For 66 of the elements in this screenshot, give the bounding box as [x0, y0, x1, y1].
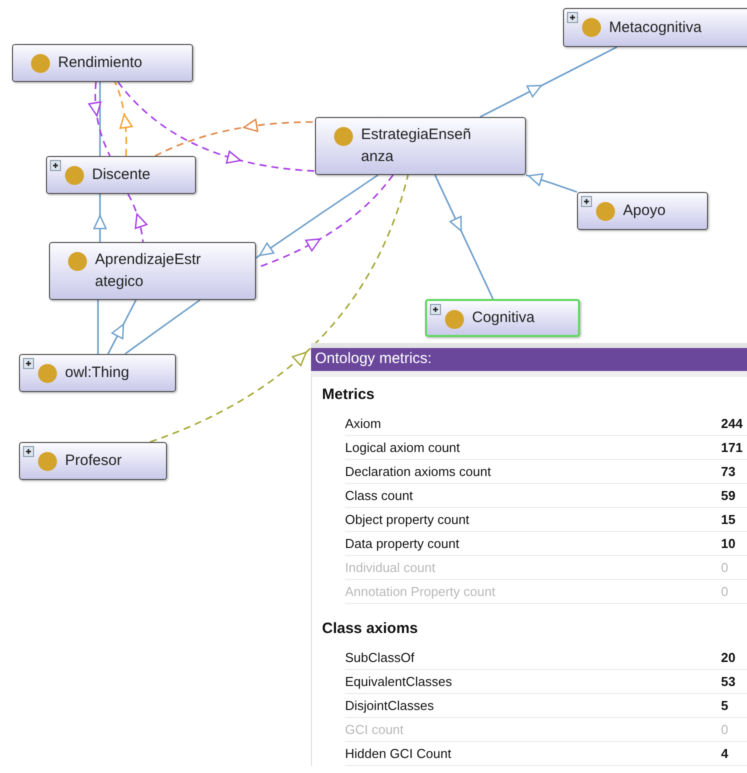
metric-value: 10	[721, 536, 736, 551]
metric-label: Individual count	[345, 560, 436, 575]
metric-value: 20	[721, 650, 736, 665]
arrow	[92, 194, 108, 242]
expand-icon[interactable]	[23, 446, 34, 457]
metric-label: GCI count	[345, 722, 404, 737]
metric-value: 59	[721, 488, 736, 503]
class-label: Discente	[92, 165, 150, 185]
metric-value: 15	[721, 512, 736, 527]
metric-label: Class count	[345, 488, 413, 503]
class-label: EstrategiaEnseñ anza	[361, 125, 472, 167]
metric-value: 0	[721, 584, 730, 599]
class-node[interactable]: AprendizajeEstr ategico	[49, 242, 256, 300]
metric-label: Declaration axioms count	[345, 464, 491, 479]
class-icon	[31, 54, 50, 73]
metric-label: DisjointClasses	[345, 698, 434, 713]
class-label: Rendimiento	[58, 53, 142, 73]
class-node[interactable]: Metacognitiva	[563, 8, 747, 47]
class-icon	[65, 166, 84, 185]
section-heading: Class axioms	[322, 619, 419, 639]
class-label: Cognitiva	[472, 308, 535, 328]
expand-icon[interactable]	[50, 160, 61, 171]
class-node[interactable]: Apoyo	[577, 192, 708, 230]
metric-value: 73	[721, 464, 736, 479]
class-icon	[68, 252, 87, 271]
metric-label: Logical axiom count	[345, 440, 460, 455]
metric-label: EquivalentClasses	[345, 674, 452, 689]
class-icon	[596, 202, 615, 221]
class-label: Apoyo	[623, 201, 666, 221]
class-label: Profesor	[65, 451, 122, 471]
class-node[interactable]: Discente	[46, 156, 196, 194]
metric-value: 5	[721, 698, 730, 713]
metric-label: SubClassOf	[345, 650, 414, 665]
metric-value: 244	[721, 416, 744, 431]
metric-label: Axiom	[345, 416, 382, 431]
expand-icon[interactable]	[581, 196, 592, 207]
arrow	[107, 300, 137, 354]
class-label: owl:Thing	[65, 363, 130, 383]
class-node[interactable]: Rendimiento	[12, 44, 193, 82]
class-icon	[38, 452, 57, 471]
metric-value: 53	[721, 674, 736, 689]
expand-icon[interactable]	[567, 12, 578, 23]
panel-title: Ontology metrics:	[311, 348, 747, 371]
class-node[interactable]: EstrategiaEnseñ anza	[315, 117, 526, 175]
connector-line	[97, 300, 99, 354]
expand-icon[interactable]	[430, 304, 441, 315]
class-icon	[445, 310, 464, 329]
arrow	[526, 173, 578, 193]
metric-label: Data property count	[345, 536, 460, 551]
metric-label: Annotation Property count	[345, 584, 496, 599]
metric-label: Hidden GCI Count	[345, 746, 452, 761]
metric-value: 0	[721, 560, 730, 575]
class-icon	[38, 364, 57, 383]
metric-value: 0	[721, 722, 730, 737]
expand-icon[interactable]	[23, 358, 34, 369]
class-label: Metacognitiva	[609, 18, 702, 38]
class-node[interactable]: owl:Thing	[19, 354, 176, 392]
class-node[interactable]: Profesor	[19, 442, 167, 480]
metric-value: 171	[721, 440, 744, 455]
class-label: AprendizajeEstr ategico	[95, 250, 201, 292]
metric-value: 4	[721, 746, 730, 761]
section-heading: Metrics	[322, 385, 376, 405]
class-node[interactable]: Cognitiva	[425, 299, 580, 337]
metric-label: Object property count	[345, 512, 470, 527]
class-icon	[582, 18, 601, 37]
class-icon	[334, 127, 353, 146]
